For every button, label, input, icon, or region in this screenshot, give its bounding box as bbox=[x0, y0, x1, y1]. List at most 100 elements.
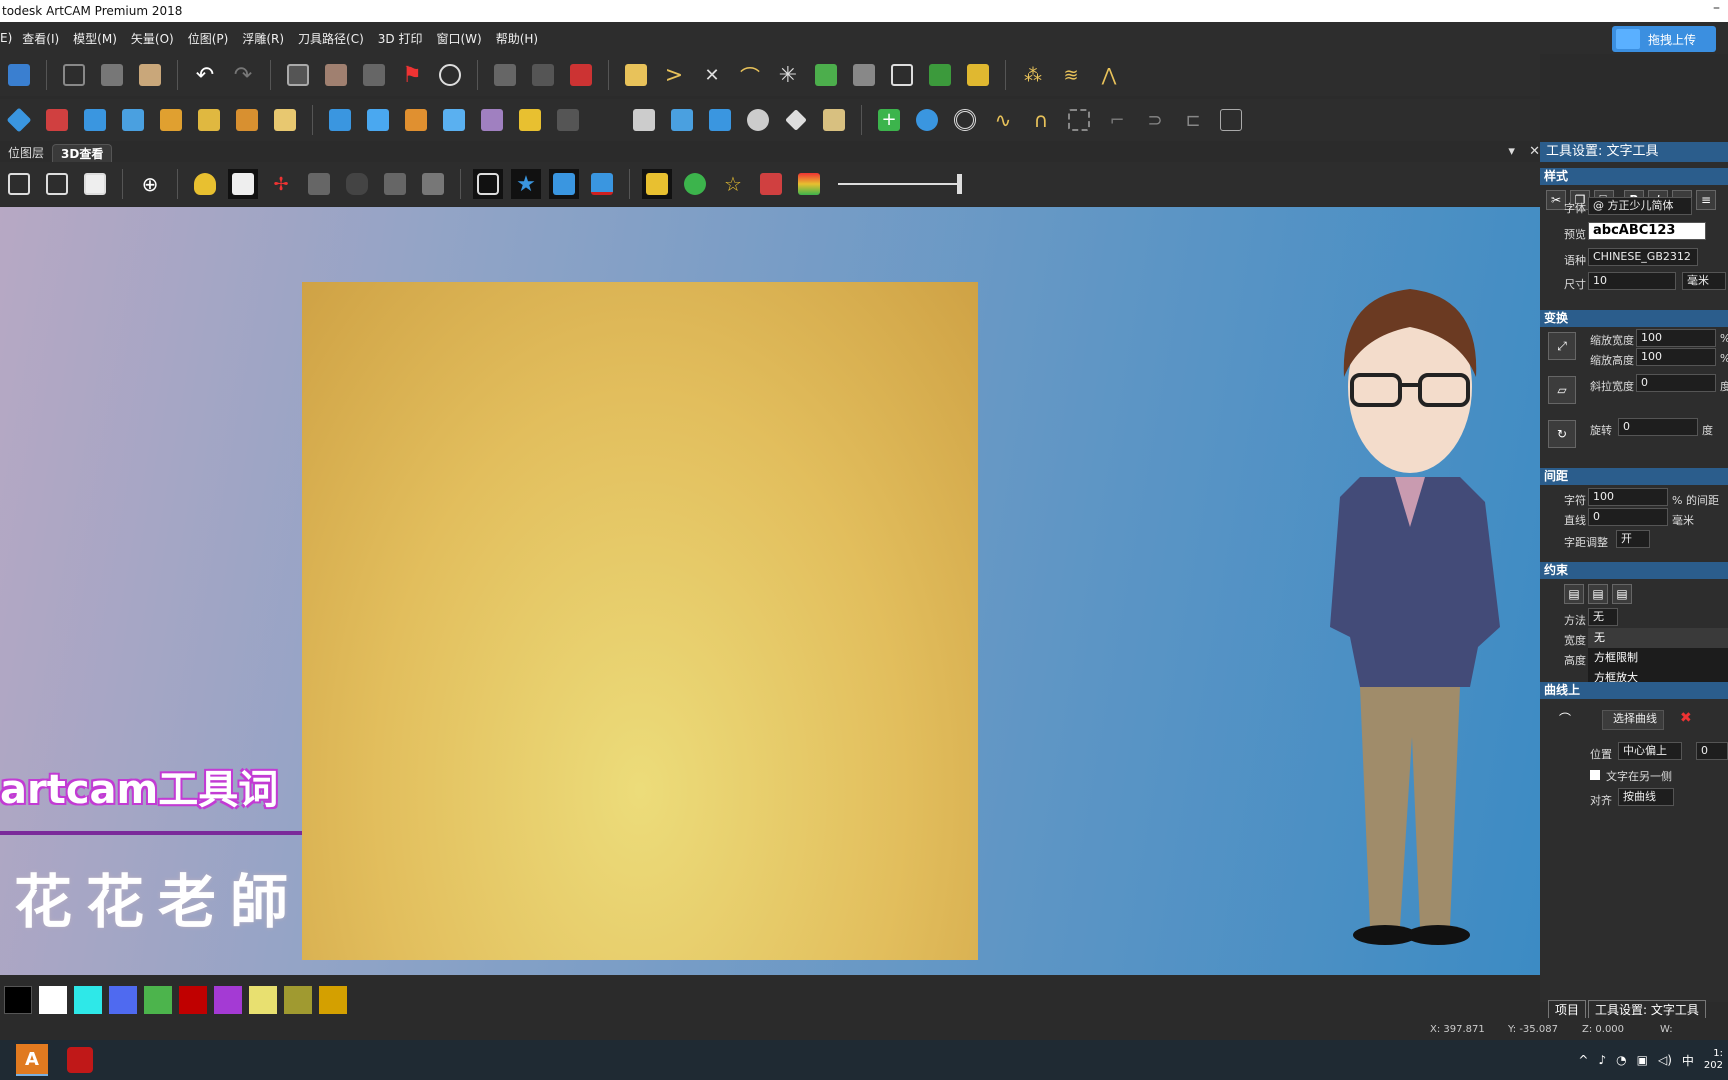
select-curve-button[interactable]: 选择曲线 bbox=[1602, 710, 1664, 730]
star-burst-icon[interactable]: ✳ bbox=[773, 60, 803, 90]
rings-icon[interactable] bbox=[950, 105, 980, 135]
gold-plane-icon[interactable] bbox=[642, 169, 672, 199]
plane-icon[interactable] bbox=[228, 169, 258, 199]
dot-icon[interactable] bbox=[591, 105, 621, 135]
point-box-icon[interactable] bbox=[1216, 105, 1246, 135]
rotate-input[interactable]: 0 bbox=[1618, 418, 1698, 436]
align-select[interactable]: 按曲线 bbox=[1618, 788, 1674, 806]
tab-project[interactable]: 项目 bbox=[1548, 1000, 1587, 1018]
color-swatch[interactable] bbox=[4, 986, 32, 1014]
wave-arrow-icon[interactable]: ∿ bbox=[988, 105, 1018, 135]
model-grey-icon[interactable] bbox=[418, 169, 448, 199]
corner-icon[interactable]: ⌐ bbox=[1102, 105, 1132, 135]
menu-3d-print[interactable]: 3D 打印 bbox=[378, 30, 423, 47]
wave-icon[interactable]: ≋ bbox=[1056, 60, 1086, 90]
size-unit-select[interactable]: 毫米 bbox=[1682, 272, 1726, 290]
layer-stack-icon[interactable] bbox=[849, 60, 879, 90]
curve-icon[interactable]: ⌒ bbox=[735, 60, 765, 90]
grey-dome-icon[interactable] bbox=[553, 105, 583, 135]
color-swatch[interactable] bbox=[144, 986, 172, 1014]
mirror-icon[interactable] bbox=[321, 60, 351, 90]
menu-vector[interactable]: 矢量(O) bbox=[131, 30, 174, 47]
slab-grey-icon[interactable] bbox=[380, 169, 410, 199]
add-node-icon[interactable] bbox=[566, 60, 596, 90]
flask-icon[interactable] bbox=[912, 105, 942, 135]
color-layers-icon[interactable] bbox=[794, 169, 824, 199]
zoom-slider[interactable] bbox=[838, 174, 962, 194]
light-bulb-icon[interactable] bbox=[190, 169, 220, 199]
blue-pyramid-icon[interactable] bbox=[80, 105, 110, 135]
size-input[interactable]: 10 bbox=[1588, 272, 1676, 290]
position-select[interactable]: 中心偏上 bbox=[1618, 742, 1682, 760]
blue-diamond-icon[interactable] bbox=[4, 105, 34, 135]
constraint-center-icon[interactable]: ▤ bbox=[1588, 584, 1608, 604]
network-icon[interactable]: ▣ bbox=[1637, 1053, 1648, 1067]
flag-icon[interactable]: ⚑ bbox=[397, 60, 427, 90]
open-rect-icon[interactable]: ⊏ bbox=[1178, 105, 1208, 135]
color-swatch[interactable] bbox=[249, 986, 277, 1014]
color-swatch[interactable] bbox=[284, 986, 312, 1014]
clock-view-icon[interactable] bbox=[473, 169, 503, 199]
spiral-square-icon[interactable] bbox=[887, 60, 917, 90]
menu-bitmap[interactable]: 位图(P) bbox=[188, 30, 229, 47]
axes-icon[interactable]: ✢ bbox=[266, 169, 296, 199]
stack-blue-icon[interactable] bbox=[667, 105, 697, 135]
iso-view-icon[interactable] bbox=[4, 169, 34, 199]
menu-view[interactable]: 查看(I) bbox=[22, 30, 59, 47]
grid-icon[interactable] bbox=[359, 60, 389, 90]
open-star-icon[interactable] bbox=[621, 60, 651, 90]
clock[interactable]: 1: 202 bbox=[1704, 1048, 1723, 1072]
artcam-app-icon[interactable]: A bbox=[16, 1044, 48, 1076]
nodes-icon[interactable]: ⁂ bbox=[1018, 60, 1048, 90]
menu-relief[interactable]: 浮雕(R) bbox=[242, 30, 284, 47]
measure-icon[interactable] bbox=[435, 60, 465, 90]
select-box-icon[interactable] bbox=[1064, 105, 1094, 135]
star-search-icon[interactable]: ☆ bbox=[718, 169, 748, 199]
blue-blocks-icon[interactable] bbox=[118, 105, 148, 135]
weave-icon[interactable] bbox=[156, 105, 186, 135]
layers-purple-icon[interactable] bbox=[477, 105, 507, 135]
frame-icon[interactable] bbox=[283, 60, 313, 90]
char-spacing-input[interactable]: 100 bbox=[1588, 488, 1668, 506]
bracket-icon[interactable]: ⊃ bbox=[1140, 105, 1170, 135]
microphone-icon[interactable]: ♪ bbox=[1598, 1053, 1606, 1067]
gold-dots-icon[interactable] bbox=[232, 105, 262, 135]
font-select[interactable]: @ 方正少儿简体 bbox=[1588, 197, 1692, 215]
upload-button[interactable]: 拖拽上传 bbox=[1612, 26, 1716, 52]
menu-toolpath[interactable]: 刀具路径(C) bbox=[298, 30, 364, 47]
scatter-icon[interactable]: ✕ bbox=[697, 60, 727, 90]
kerning-select[interactable]: 开 bbox=[1616, 530, 1650, 548]
raise-icon[interactable] bbox=[439, 105, 469, 135]
color-swatch[interactable] bbox=[109, 986, 137, 1014]
cut-icon[interactable] bbox=[59, 60, 89, 90]
undo-icon[interactable]: ↶ bbox=[190, 60, 220, 90]
method-select[interactable]: 无 bbox=[1588, 608, 1618, 626]
color-swatch[interactable] bbox=[39, 986, 67, 1014]
arch-icon[interactable]: ∩ bbox=[1026, 105, 1056, 135]
save-icon[interactable] bbox=[4, 60, 34, 90]
flat-white-icon[interactable] bbox=[629, 105, 659, 135]
yellow-stamp-icon[interactable] bbox=[963, 60, 993, 90]
other-side-checkbox[interactable] bbox=[1590, 770, 1600, 780]
stack-gold-icon[interactable] bbox=[819, 105, 849, 135]
skew-input[interactable]: 0 bbox=[1636, 374, 1716, 392]
constraint-right-icon[interactable]: ▤ bbox=[1612, 584, 1632, 604]
blue-slab-icon[interactable] bbox=[549, 169, 579, 199]
menu-window[interactable]: 窗口(W) bbox=[436, 30, 481, 47]
paste-icon[interactable] bbox=[135, 60, 165, 90]
green-stamp-icon[interactable] bbox=[811, 60, 841, 90]
polyline-icon[interactable]: ⋀ bbox=[1094, 60, 1124, 90]
menu-help[interactable]: 帮助(H) bbox=[496, 30, 538, 47]
color-swatch[interactable] bbox=[319, 986, 347, 1014]
script-select[interactable]: CHINESE_GB2312 bbox=[1588, 248, 1698, 266]
top-view-icon[interactable] bbox=[80, 169, 110, 199]
zoom-icon[interactable]: ⊕ bbox=[135, 169, 165, 199]
menu-edit[interactable]: E) bbox=[0, 31, 12, 45]
wand-icon[interactable] bbox=[528, 60, 558, 90]
tab-3d-view[interactable]: 3D查看 bbox=[52, 144, 113, 162]
volume-icon[interactable]: ◁) bbox=[1658, 1053, 1672, 1067]
add-green-icon[interactable]: + bbox=[874, 105, 904, 135]
close-icon[interactable]: ✕ bbox=[1529, 144, 1540, 159]
pin-icon[interactable]: ▾ bbox=[1508, 144, 1515, 159]
slider-handle[interactable] bbox=[957, 174, 962, 194]
